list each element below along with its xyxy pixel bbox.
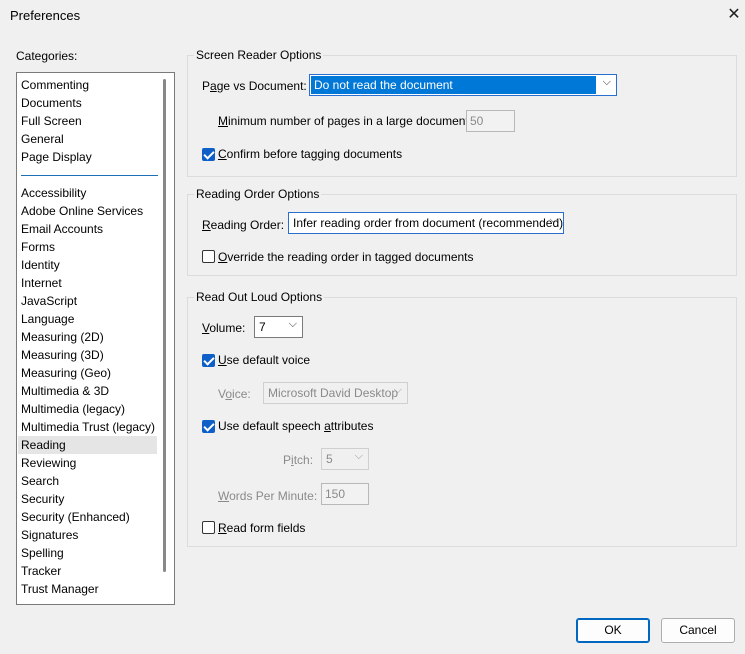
volume-label: Volume:: [202, 321, 246, 335]
reading-order-label: Reading Order:: [202, 218, 285, 232]
chevron-down-icon: ⌵: [393, 384, 402, 396]
category-item[interactable]: General: [21, 130, 64, 148]
read-form-fields-label: Read form fields: [218, 521, 306, 535]
category-item[interactable]: JavaScript: [21, 292, 77, 310]
category-item[interactable]: Security (Enhanced): [21, 508, 130, 526]
category-item[interactable]: Full Screen: [21, 112, 82, 130]
read-out-loud-legend: Read Out Loud Options: [194, 290, 325, 304]
min-pages-field[interactable]: 50: [466, 110, 515, 132]
use-default-speech-label: Use default speech attributes: [218, 419, 374, 433]
category-item[interactable]: Multimedia Trust (legacy): [21, 418, 155, 436]
category-item[interactable]: Email Accounts: [21, 220, 103, 238]
categories-label: Categories:: [16, 49, 78, 63]
chevron-down-icon: ⌵: [354, 450, 363, 462]
categories-separator: [21, 175, 158, 176]
category-item[interactable]: Measuring (Geo): [21, 364, 111, 382]
close-icon[interactable]: ✕: [723, 2, 745, 28]
category-item[interactable]: Measuring (3D): [21, 346, 104, 364]
use-default-voice-label: Use default voice: [218, 353, 311, 367]
categories-list[interactable]: Commenting Documents Full Screen General Pag…: [16, 72, 175, 605]
category-item[interactable]: Internet: [21, 274, 62, 292]
category-item[interactable]: Adobe Online Services: [21, 202, 143, 220]
use-default-speech-checkbox[interactable]: [202, 420, 215, 433]
category-item[interactable]: Signatures: [21, 526, 78, 544]
window-title: Preferences: [10, 8, 81, 23]
words-per-minute-label: Words Per Minute:: [218, 489, 318, 503]
read-form-fields-checkbox[interactable]: [202, 521, 215, 534]
cancel-button[interactable]: Cancel: [661, 618, 735, 643]
category-item[interactable]: Search: [21, 472, 59, 490]
screen-reader-legend: Screen Reader Options: [194, 48, 324, 62]
voice-select[interactable]: Microsoft David Desktop ⌵: [263, 382, 408, 404]
confirm-tagging-checkbox[interactable]: [202, 148, 215, 161]
page-vs-document-label: Page vs Document:: [202, 79, 307, 93]
confirm-tagging-label: Confirm before tagging documents: [218, 147, 403, 161]
min-pages-label: Minimum number of pages in a large docum…: [218, 114, 473, 128]
category-item[interactable]: Reading: [18, 436, 157, 454]
chevron-down-icon: ⌵: [288, 318, 297, 330]
volume-select[interactable]: 7 ⌵: [254, 316, 303, 338]
category-item[interactable]: Documents: [21, 94, 82, 112]
categories-scrollbar[interactable]: [163, 79, 166, 572]
category-item[interactable]: Multimedia (legacy): [21, 400, 125, 418]
category-item[interactable]: Security: [21, 490, 64, 508]
category-item[interactable]: Spelling: [21, 544, 64, 562]
title-bar: [0, 0, 745, 30]
category-item[interactable]: Language: [21, 310, 74, 328]
override-reading-order-checkbox[interactable]: [202, 250, 215, 263]
category-item[interactable]: Commenting: [21, 76, 89, 94]
category-item[interactable]: Multimedia & 3D: [21, 382, 109, 400]
words-per-minute-field[interactable]: 150: [321, 483, 369, 505]
chevron-down-icon: ⌵: [549, 214, 558, 226]
ok-button[interactable]: OK: [576, 618, 650, 643]
use-default-voice-checkbox[interactable]: [202, 354, 215, 367]
category-item[interactable]: Identity: [21, 256, 60, 274]
override-reading-order-label: Override the reading order in tagged doc…: [218, 250, 474, 264]
category-item[interactable]: Reviewing: [21, 454, 76, 472]
page-vs-document-select[interactable]: Do not read the document ⌵: [309, 74, 617, 96]
category-item[interactable]: Page Display: [21, 148, 92, 166]
category-item[interactable]: Tracker: [21, 562, 61, 580]
chevron-down-icon: ⌵: [602, 76, 611, 88]
reading-order-select[interactable]: Infer reading order from document (recom…: [288, 212, 564, 234]
pitch-label: Pitch:: [283, 453, 314, 467]
category-item[interactable]: Accessibility: [21, 184, 86, 202]
category-item[interactable]: Trust Manager: [21, 580, 99, 598]
reading-order-legend: Reading Order Options: [194, 187, 322, 201]
voice-label: Voice:: [218, 387, 251, 401]
category-item[interactable]: Measuring (2D): [21, 328, 104, 346]
category-item[interactable]: Forms: [21, 238, 55, 256]
pitch-select[interactable]: 5 ⌵: [321, 448, 369, 470]
